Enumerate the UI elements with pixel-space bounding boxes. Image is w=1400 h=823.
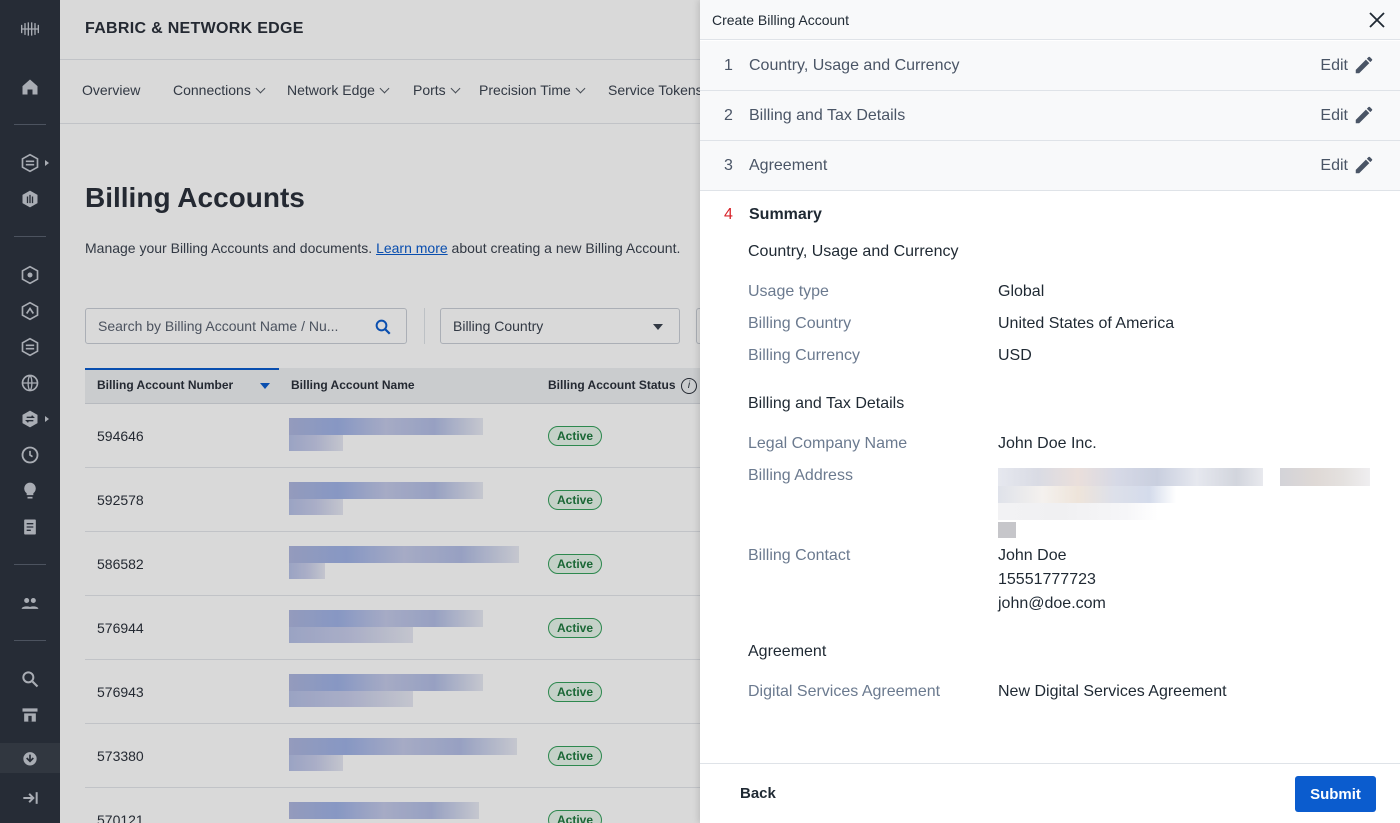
summary-title: Summary: [749, 206, 822, 223]
billing-country-label: Billing Country: [748, 315, 852, 332]
billing-contact-label: Billing Contact: [748, 547, 851, 564]
redacted-address: [998, 468, 1370, 540]
step-billing-tax[interactable]: 2 Billing and Tax Details Edit: [700, 91, 1400, 141]
billing-contact-phone: 15551777723: [998, 571, 1096, 588]
usage-type-value: Global: [998, 283, 1045, 300]
dsa-value: New Digital Services Agreement: [998, 683, 1227, 700]
billing-address-label: Billing Address: [748, 467, 853, 484]
section-heading: Billing and Tax Details: [748, 395, 905, 412]
edit-button[interactable]: Edit: [1320, 157, 1348, 175]
section-heading: Country, Usage and Currency: [748, 243, 959, 260]
pencil-icon[interactable]: [1353, 54, 1375, 76]
usage-type-label: Usage type: [748, 283, 829, 300]
close-icon[interactable]: [1368, 11, 1386, 29]
pencil-icon[interactable]: [1353, 154, 1375, 176]
dsa-label: Digital Services Agreement: [748, 683, 941, 700]
submit-button[interactable]: Submit: [1295, 776, 1376, 812]
step-country-usage-currency[interactable]: 1 Country, Usage and Currency Edit: [700, 41, 1400, 91]
legal-company-label: Legal Company Name: [748, 435, 908, 452]
summary-step-number: 4: [724, 206, 733, 223]
step-agreement[interactable]: 3 Agreement Edit: [700, 141, 1400, 191]
billing-country-value: United States of America: [998, 315, 1175, 332]
pencil-icon[interactable]: [1353, 104, 1375, 126]
billing-contact-name: John Doe: [998, 547, 1067, 564]
section-heading: Agreement: [748, 643, 827, 660]
back-button[interactable]: Back: [740, 785, 776, 802]
edit-button[interactable]: Edit: [1320, 107, 1348, 125]
billing-contact-email: john@doe.com: [998, 595, 1106, 612]
billing-currency-label: Billing Currency: [748, 347, 861, 364]
edit-button[interactable]: Edit: [1320, 57, 1348, 75]
panel-footer: Back Submit: [700, 763, 1400, 823]
billing-currency-value: USD: [998, 347, 1032, 364]
panel-title: Create Billing Account: [712, 12, 849, 28]
legal-company-value: John Doe Inc.: [998, 435, 1097, 452]
panel-header: Create Billing Account: [700, 0, 1400, 40]
